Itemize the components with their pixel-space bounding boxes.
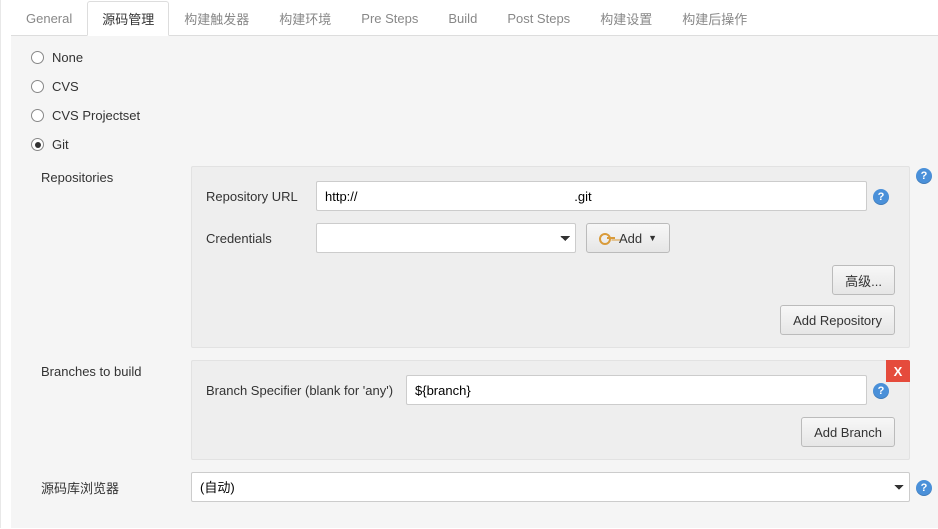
chevron-down-icon: ▼	[648, 233, 657, 243]
tab-build-env[interactable]: 构建环境	[264, 0, 346, 35]
add-credentials-button[interactable]: Add ▼	[586, 223, 670, 253]
help-icon[interactable]: ?	[873, 189, 889, 205]
repo-browser-select[interactable]: (自动)	[191, 472, 910, 502]
scm-option-git[interactable]: Git	[31, 137, 918, 152]
credentials-label: Credentials	[206, 231, 316, 246]
scm-radio-group: None CVS CVS Projectset Git	[11, 50, 938, 152]
radio-label: None	[52, 50, 83, 65]
radio-icon	[31, 109, 44, 122]
add-repository-button[interactable]: Add Repository	[780, 305, 895, 335]
repository-url-input[interactable]	[316, 181, 867, 211]
branches-panel: X Branch Specifier (blank for 'any') ? A…	[191, 360, 910, 460]
tab-post-build[interactable]: 构建后操作	[667, 0, 762, 35]
add-branch-button[interactable]: Add Branch	[801, 417, 895, 447]
tab-post-steps[interactable]: Post Steps	[492, 0, 585, 35]
tab-general[interactable]: General	[11, 0, 87, 35]
credentials-select[interactable]	[316, 223, 576, 253]
branch-specifier-label: Branch Specifier (blank for 'any')	[206, 383, 406, 398]
tab-build-triggers[interactable]: 构建触发器	[169, 0, 264, 35]
tab-pre-steps[interactable]: Pre Steps	[346, 0, 433, 35]
scm-option-cvs-projectset[interactable]: CVS Projectset	[31, 108, 918, 123]
radio-icon	[31, 138, 44, 151]
radio-icon	[31, 51, 44, 64]
branches-to-build-label: Branches to build	[11, 360, 191, 379]
help-icon[interactable]: ?	[916, 168, 932, 184]
repo-browser-label: 源码库浏览器	[11, 478, 191, 497]
advanced-button[interactable]: 高级...	[832, 265, 895, 295]
help-icon[interactable]: ?	[873, 383, 889, 399]
delete-branch-button[interactable]: X	[886, 360, 910, 382]
config-tabs: General 源码管理 构建触发器 构建环境 Pre Steps Build …	[11, 0, 938, 36]
tab-build[interactable]: Build	[433, 0, 492, 35]
radio-label: CVS Projectset	[52, 108, 140, 123]
radio-icon	[31, 80, 44, 93]
help-icon[interactable]: ?	[916, 480, 932, 496]
tab-build-settings[interactable]: 构建设置	[585, 0, 667, 35]
scm-option-none[interactable]: None	[31, 50, 918, 65]
tab-scm[interactable]: 源码管理	[87, 1, 169, 36]
add-button-label: Add	[619, 231, 642, 246]
repositories-label: Repositories	[11, 166, 191, 185]
repository-panel: Repository URL ? Credentials Add ▼	[191, 166, 910, 348]
repository-url-label: Repository URL	[206, 189, 316, 204]
radio-label: CVS	[52, 79, 79, 94]
branch-specifier-input[interactable]	[406, 375, 867, 405]
scm-option-cvs[interactable]: CVS	[31, 79, 918, 94]
key-icon	[599, 235, 613, 241]
radio-label: Git	[52, 137, 69, 152]
